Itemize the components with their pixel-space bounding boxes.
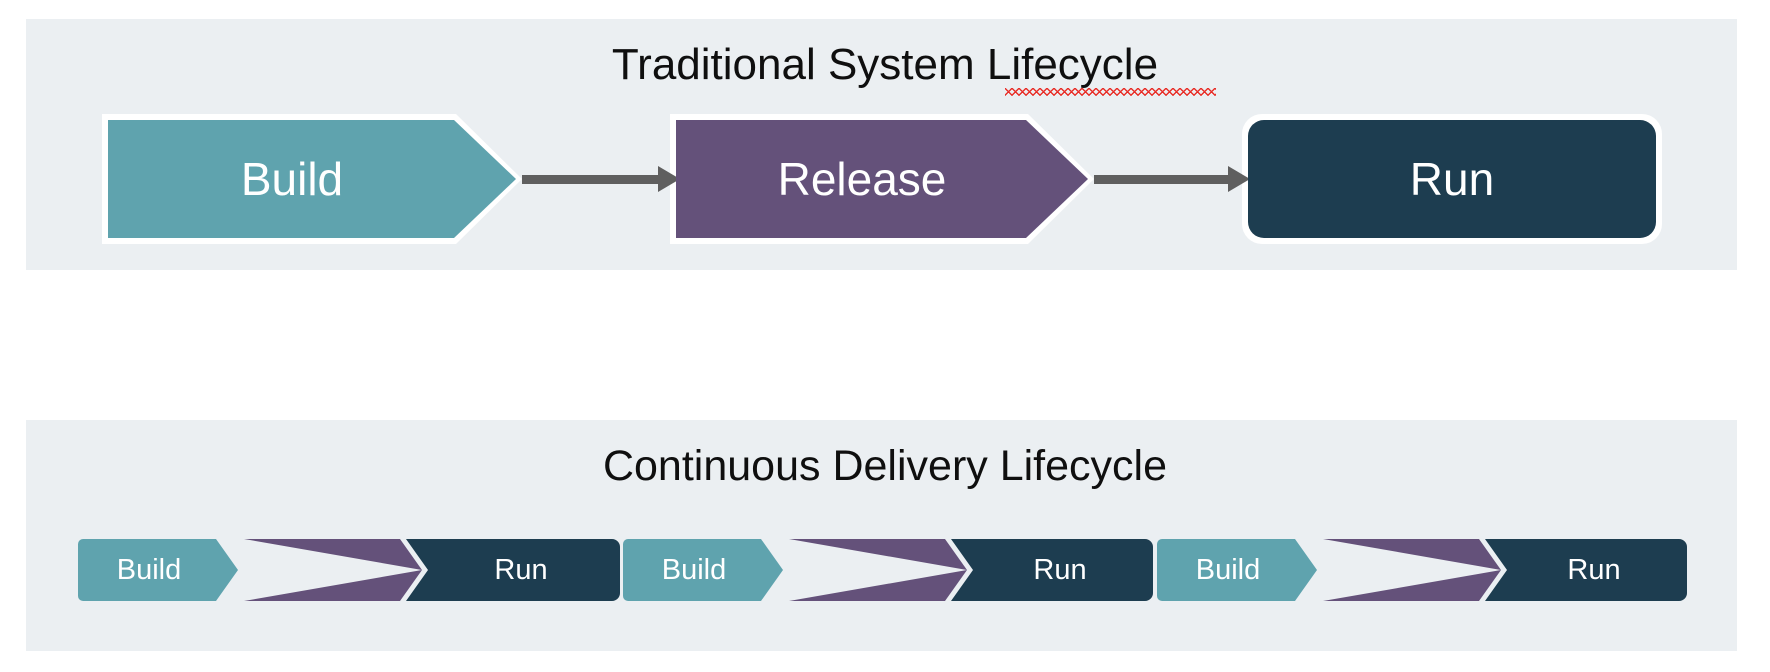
cycle-1-stage-run[interactable]: Run [406,539,620,601]
cycle-1-stage-release-label: Release [259,553,367,586]
cycle-1-stage-run-label: Run [494,553,548,586]
cycle-3-stage-build[interactable]: Build [1157,539,1317,601]
cycle-2-stage-run-label: Run [1033,553,1087,586]
cycle-3-stage-build-label: Build [1195,553,1261,586]
cycle-3-stage-run-label: Run [1567,553,1621,586]
cycle-3-stage-release-label: Release [1338,553,1446,586]
traditional-stage-release[interactable]: Release [676,120,1088,238]
traditional-stage-build-label: Build [240,153,344,205]
cycle-3-stage-release[interactable]: Release [1301,539,1501,601]
cycle-3-stage-run[interactable]: Run [1485,539,1687,601]
traditional-stage-build[interactable]: Build [108,120,516,238]
traditional-stage-release-label: Release [777,153,947,205]
traditional-stage-run[interactable]: Run [1248,120,1656,238]
continuous-cycle-2: Build Release Run [623,539,1153,601]
traditional-stage-run-label: Run [1409,153,1495,205]
cycle-2-stage-build-label: Build [661,553,727,586]
cycle-1-stage-build[interactable]: Build [78,539,238,601]
cycle-2-stage-build[interactable]: Build [623,539,783,601]
continuous-cycle-3: Build Release Run [1157,539,1687,601]
traditional-lifecycle-title: Traditional System Lifecycle [611,40,1159,89]
arrow-build-to-release-icon [522,166,680,192]
continuous-lifecycle-title: Continuous Delivery Lifecycle [602,442,1168,490]
arrow-release-to-run-icon [1094,166,1250,192]
continuous-cycle-1: Build Release Run [78,539,620,601]
cycle-2-stage-release[interactable]: Release [767,539,967,601]
cycle-1-stage-build-label: Build [116,553,182,586]
cycle-2-stage-release-label: Release [804,553,912,586]
cycle-1-stage-release[interactable]: Release [222,539,422,601]
cycle-2-stage-run[interactable]: Run [951,539,1153,601]
